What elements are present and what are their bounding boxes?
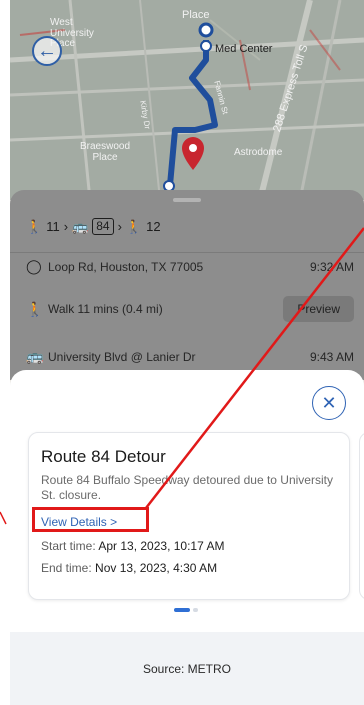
bus-stop-time: 9:43 AM	[309, 349, 354, 364]
alert-source-footer: Source: METRO	[10, 632, 364, 705]
walk-start-minutes: 11	[46, 219, 60, 234]
trip-details-sheet: 🚶 11 › 🚌 84 › 🚶 12 ◯ Loop Rd, Houston, T…	[10, 190, 364, 380]
alert-title: Route 84 Detour	[41, 447, 166, 466]
map-label-place: Place	[182, 9, 210, 21]
end-time: End time: Nov 13, 2023, 4:30 AM	[41, 561, 217, 575]
bus-route-badge: 84	[92, 218, 114, 235]
bus-icon: 🚌	[72, 218, 89, 234]
page-indicator-active[interactable]	[174, 608, 190, 612]
preview-button[interactable]: Preview	[283, 296, 354, 322]
chevron-right-icon: ›	[63, 219, 69, 234]
trip-step-bus-stop[interactable]: 🚌 University Blvd @ Lanier Dr 9:43 AM	[26, 348, 354, 365]
start-time-value: Apr 13, 2023, 10:17 AM	[98, 539, 225, 553]
map-label-astrodome: Astrodome	[234, 147, 283, 158]
origin-dot-icon: ◯	[26, 258, 42, 274]
end-time-value: Nov 13, 2023, 4:30 AM	[95, 561, 218, 575]
page-indicator[interactable]	[193, 608, 198, 612]
trip-step-origin[interactable]: ◯ Loop Rd, Houston, TX 77005 9:32 AM	[26, 258, 354, 275]
source-label: Source: METRO	[142, 661, 232, 676]
next-alert-card[interactable]	[359, 432, 364, 600]
bus-icon: 🚌	[26, 348, 44, 364]
close-icon: ✕	[321, 392, 337, 413]
bus-stop-name: University Blvd @ Lanier Dr	[48, 349, 196, 364]
divider	[10, 252, 364, 253]
back-arrow-icon: ←	[37, 39, 57, 62]
chevron-right-icon: ›	[117, 219, 122, 234]
back-button[interactable]: ←	[32, 36, 62, 66]
origin-address: Loop Rd, Houston, TX 77005	[48, 259, 204, 274]
start-time: Start time: Apr 13, 2023, 10:17 AM	[41, 539, 224, 553]
map-label-med-center: Med Center	[215, 43, 273, 55]
map-view[interactable]: West University Place Place Med Center B…	[10, 0, 364, 200]
end-time-label: End time:	[41, 561, 92, 575]
trip-step-walk[interactable]: 🚶 Walk 11 mins (0.4 mi) Preview	[26, 296, 354, 322]
start-time-label: Start time:	[41, 539, 96, 553]
walk-end-minutes: 12	[146, 219, 161, 234]
walk-icon: 🚶	[26, 300, 44, 317]
close-button[interactable]: ✕	[312, 386, 346, 420]
sheet-grabber[interactable]	[173, 198, 201, 202]
alert-description: Route 84 Buffalo Speedway detoured due t…	[41, 473, 333, 502]
service-alert-modal: ✕ Route 84 Detour Route 84 Buffalo Speed…	[10, 370, 364, 705]
trip-summary: 🚶 11 › 🚌 84 › 🚶 12	[26, 218, 161, 235]
origin-time: 9:32 AM	[309, 259, 354, 274]
annotation-highlight-box	[32, 507, 149, 532]
app-screen: West University Place Place Med Center B…	[10, 0, 364, 705]
map-label-braeswood-place: Braeswood Place	[80, 141, 131, 163]
walk-icon: 🚶	[26, 218, 43, 234]
carousel-pagination	[174, 608, 198, 612]
walk-icon: 🚶	[125, 218, 143, 234]
walk-duration: Walk 11 mins (0.4 mi)	[48, 302, 163, 316]
